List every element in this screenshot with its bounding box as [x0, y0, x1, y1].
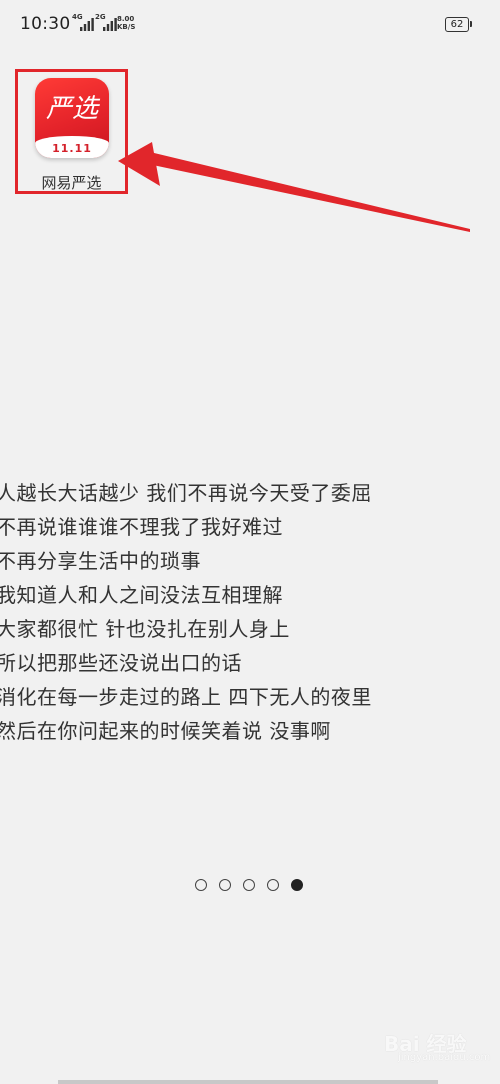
page-dot-2[interactable]: [219, 879, 231, 891]
annotation-arrow-icon: [118, 142, 470, 232]
lyric-line: 人越长大话越少 我们不再说今天受了委屈: [0, 481, 372, 505]
page-dot-3[interactable]: [243, 879, 255, 891]
page-dot-4[interactable]: [267, 879, 279, 891]
lyric-line: 然后在你问起来的时候笑着说 没事啊: [0, 719, 331, 743]
lyric-line: 我知道人和人之间没法互相理解: [0, 583, 283, 607]
lyric-line: 所以把那些还没说出口的话: [0, 651, 242, 675]
page-dot-1[interactable]: [195, 879, 207, 891]
lyric-line: 不再分享生活中的琐事: [0, 549, 201, 573]
baidu-jingyan-watermark-url: jingyan.baidu.com: [398, 1052, 491, 1063]
lyric-line: 不再说谁谁谁不理我了我好难过: [0, 515, 283, 539]
lyric-line: 大家都很忙 针也没扎在别人身上: [0, 617, 290, 641]
lyric-line: 消化在每一步走过的路上 四下无人的夜里: [0, 685, 372, 709]
lyrics-text: 人越长大话越少 我们不再说今天受了委屈 不再说谁谁谁不理我了我好难过 不再分享生…: [0, 476, 500, 748]
page-dot-5[interactable]: [291, 879, 303, 891]
bottom-nav-bar: [58, 1080, 438, 1084]
